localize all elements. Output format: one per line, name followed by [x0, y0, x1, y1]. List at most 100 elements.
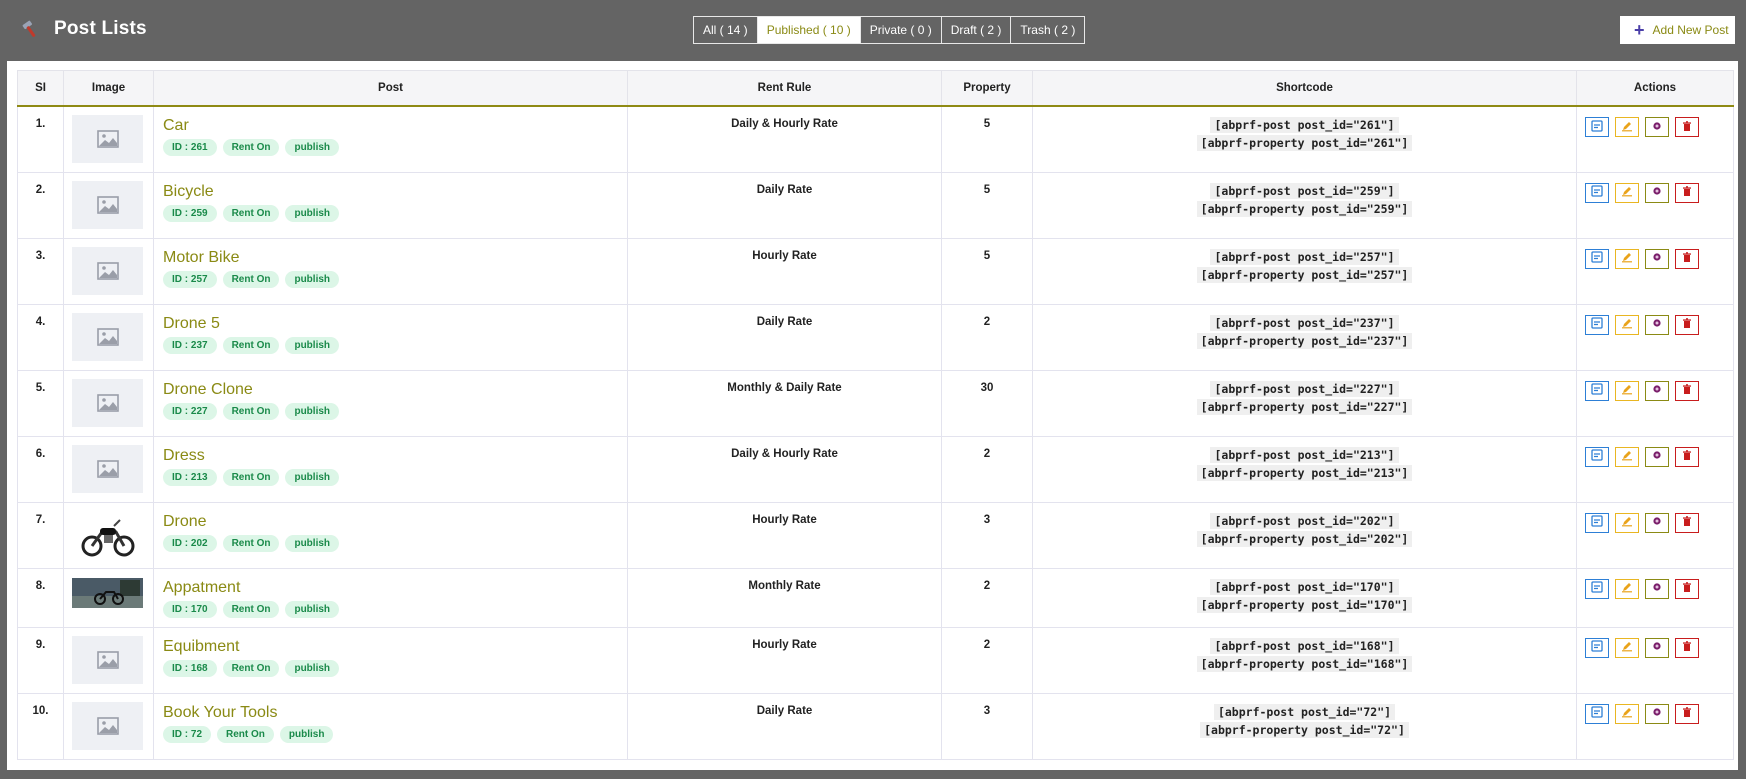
post-title-link[interactable]: Appatment: [163, 579, 619, 597]
post-shortcode[interactable]: [abprf-post post_id="72"]: [1213, 703, 1396, 720]
hammer-icon: [20, 18, 42, 40]
preview-button[interactable]: [1645, 314, 1669, 335]
post-shortcode[interactable]: [abprf-post post_id="237"]: [1210, 314, 1399, 331]
column-header-shortcode[interactable]: Shortcode: [1032, 70, 1577, 107]
filter-all[interactable]: All ( 14 ): [694, 17, 758, 43]
property-shortcode[interactable]: [abprf-property post_id="261"]: [1196, 135, 1413, 151]
preview-button[interactable]: [1645, 248, 1669, 269]
filter-private[interactable]: Private ( 0 ): [861, 17, 942, 43]
column-header-si[interactable]: SI: [17, 70, 64, 107]
preview-button[interactable]: [1645, 182, 1669, 203]
column-header-image[interactable]: Image: [63, 70, 154, 107]
post-title-link[interactable]: Drone: [163, 513, 619, 531]
property-shortcode[interactable]: [abprf-property post_id="72"]: [1200, 721, 1409, 738]
delete-button[interactable]: [1675, 512, 1699, 533]
delete-button[interactable]: [1675, 637, 1699, 658]
filter-published[interactable]: Published ( 10 ): [757, 17, 861, 43]
delete-button[interactable]: [1675, 380, 1699, 401]
delete-button[interactable]: [1675, 446, 1699, 467]
property-shortcode[interactable]: [abprf-property post_id="170"]: [1196, 596, 1413, 613]
property-shortcode[interactable]: [abprf-property post_id="213"]: [1196, 464, 1413, 481]
table-row: 10. Book Your Tools ID : 72 Rent On publish D…: [17, 692, 1734, 760]
post-title-link[interactable]: Equibment: [163, 638, 619, 656]
column-header-rent-rule[interactable]: Rent Rule: [627, 70, 942, 107]
property-shortcode[interactable]: [abprf-property post_id="259"]: [1196, 200, 1413, 217]
property-shortcode[interactable]: [abprf-property post_id="168"]: [1196, 655, 1413, 672]
rent-status-badge: Rent On: [217, 725, 274, 743]
post-title-link[interactable]: Car: [163, 117, 619, 135]
property-count-cell: 2: [941, 435, 1033, 503]
post-shortcode[interactable]: [abprf-post post_id="259"]: [1210, 182, 1399, 199]
property-shortcode[interactable]: [abprf-property post_id="237"]: [1196, 332, 1413, 349]
post-shortcode[interactable]: [abprf-post post_id="202"]: [1210, 512, 1399, 529]
view-button[interactable]: [1585, 380, 1609, 401]
preview-button[interactable]: [1645, 446, 1669, 467]
view-button[interactable]: [1585, 446, 1609, 467]
delete-button[interactable]: [1675, 314, 1699, 335]
view-button[interactable]: [1585, 512, 1609, 533]
edit-button[interactable]: [1615, 446, 1639, 467]
edit-button[interactable]: [1615, 380, 1639, 401]
view-button[interactable]: [1585, 182, 1609, 203]
delete-button[interactable]: [1675, 182, 1699, 203]
preview-button[interactable]: [1645, 512, 1669, 533]
preview-button[interactable]: [1645, 637, 1669, 658]
column-header-actions[interactable]: Actions: [1576, 70, 1734, 107]
post-shortcode[interactable]: [abprf-post post_id="227"]: [1210, 380, 1399, 397]
post-title-link[interactable]: Drone Clone: [163, 381, 619, 399]
preview-button[interactable]: [1645, 703, 1669, 724]
delete-button[interactable]: [1675, 578, 1699, 599]
rent-rule-cell: Monthly Rate: [627, 567, 942, 628]
view-icon: [1591, 119, 1603, 135]
delete-button[interactable]: [1675, 703, 1699, 724]
edit-button[interactable]: [1615, 637, 1639, 658]
post-title-link[interactable]: Drone 5: [163, 315, 619, 333]
post-shortcode[interactable]: [abprf-post post_id="261"]: [1210, 117, 1399, 133]
column-header-property[interactable]: Property: [941, 70, 1033, 107]
preview-icon: [1651, 706, 1663, 721]
edit-icon: [1621, 581, 1633, 596]
preview-button[interactable]: [1645, 578, 1669, 599]
preview-button[interactable]: [1645, 380, 1669, 401]
view-button[interactable]: [1585, 314, 1609, 335]
view-button[interactable]: [1585, 703, 1609, 724]
edit-button[interactable]: [1615, 117, 1639, 137]
view-icon: [1591, 706, 1603, 721]
preview-icon: [1651, 120, 1663, 135]
post-shortcode[interactable]: [abprf-post post_id="213"]: [1210, 446, 1399, 463]
edit-button[interactable]: [1615, 703, 1639, 724]
view-button[interactable]: [1585, 117, 1609, 137]
property-shortcode[interactable]: [abprf-property post_id="257"]: [1196, 266, 1413, 283]
post-id-badge: ID : 237: [163, 336, 217, 354]
property-count-cell: 5: [941, 237, 1033, 305]
column-header-post[interactable]: Post: [153, 70, 628, 107]
post-shortcode[interactable]: [abprf-post post_id="257"]: [1210, 248, 1399, 265]
post-title-link[interactable]: Book Your Tools: [163, 704, 619, 722]
post-title-link[interactable]: Bicycle: [163, 183, 619, 201]
delete-button[interactable]: [1675, 248, 1699, 269]
property-count-cell: 2: [941, 303, 1033, 371]
filter-trash[interactable]: Trash ( 2 ): [1011, 17, 1084, 43]
view-button[interactable]: [1585, 637, 1609, 658]
filter-draft[interactable]: Draft ( 2 ): [942, 17, 1012, 43]
add-new-post-button[interactable]: + Add New Post: [1620, 16, 1735, 44]
property-shortcode[interactable]: [abprf-property post_id="227"]: [1196, 398, 1413, 415]
edit-button[interactable]: [1615, 512, 1639, 533]
edit-button[interactable]: [1615, 314, 1639, 335]
post-title-link[interactable]: Dress: [163, 447, 619, 465]
edit-button[interactable]: [1615, 182, 1639, 203]
edit-button[interactable]: [1615, 578, 1639, 599]
view-button[interactable]: [1585, 248, 1609, 269]
edit-button[interactable]: [1615, 248, 1639, 269]
row-number: 7.: [17, 501, 64, 569]
view-button[interactable]: [1585, 578, 1609, 599]
post-shortcode[interactable]: [abprf-post post_id="168"]: [1210, 637, 1399, 654]
trash-icon: [1681, 449, 1693, 464]
property-shortcode[interactable]: [abprf-property post_id="202"]: [1196, 530, 1413, 547]
image-cell: [63, 237, 154, 305]
post-title-link[interactable]: Motor Bike: [163, 249, 619, 267]
preview-button[interactable]: [1645, 117, 1669, 137]
delete-button[interactable]: [1675, 117, 1699, 137]
rent-rule-cell: Daily Rate: [627, 171, 942, 239]
post-shortcode[interactable]: [abprf-post post_id="170"]: [1210, 578, 1399, 595]
